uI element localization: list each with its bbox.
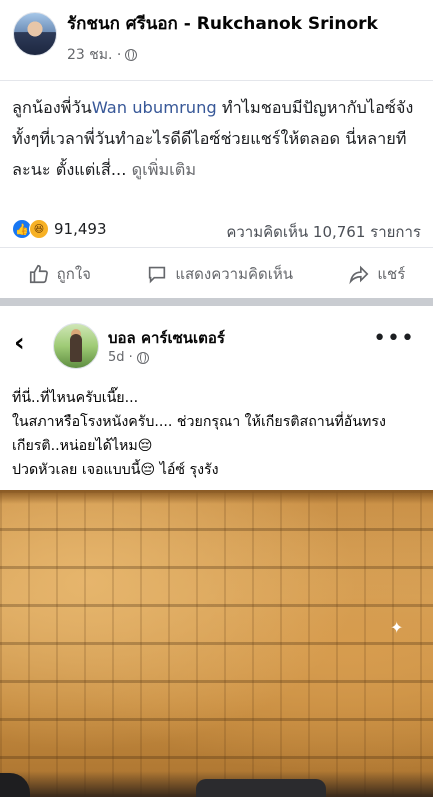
haha-reaction-icon: 😆 [29,219,49,239]
globe-icon [136,351,149,364]
divider [0,80,433,81]
author-name[interactable]: รักชนก ศรีนอก - Rukchanok Srinork [67,10,378,37]
shared-author-name[interactable]: บอล คาร์เซนเตอร์ [108,326,225,350]
comment-count[interactable]: ความคิดเห็น 10,761 รายการ [226,220,421,244]
shared-post-time[interactable]: 5d · [108,350,133,365]
reaction-count: 91,493 [54,220,107,238]
comment-icon [149,266,166,284]
post-time[interactable]: 23 ชม. · [67,44,121,66]
shared-photo[interactable]: ✦ [0,490,433,797]
share-label: แชร์ [377,265,406,283]
see-more-link[interactable]: ดูเพิ่มเติม [132,160,196,179]
mention-link[interactable]: Wan ubumrung [92,98,217,117]
shared-post-meta: 5d · [108,350,149,365]
author-avatar[interactable] [13,12,57,56]
comment-button[interactable]: แสดงความคิดเห็น [146,262,293,286]
post-text-part1: ลูกน้องพี่วัน [12,98,92,117]
comment-label: แสดงความคิดเห็น [175,265,294,283]
back-arrow-icon[interactable]: ‹ [14,330,25,356]
share-button[interactable]: แชร์ [348,262,405,286]
like-icon [29,264,48,284]
post-meta: 23 ชม. · [67,44,138,66]
shared-line: ปวดหัวเลย เจอแบบนี้😔 ไอ์ซ์ รุงรัง [12,462,219,478]
post-text: ลูกน้องพี่วันWan ubumrung ทำไมชอบมีปัญหา… [12,92,424,185]
globe-icon [125,49,138,61]
shared-post-text: ที่นี่..ที่ไหนครับเนี๊ย... ในสภาหรือโรงห… [12,386,427,482]
shared-line: ในสภาหรือโรงหนังครับ.... ช่วยกรุณา ให้เก… [12,414,386,454]
like-button[interactable]: ถูกใจ [28,262,91,286]
like-label: ถูกใจ [56,265,91,283]
section-gap [0,298,433,306]
divider [0,247,433,248]
shared-line: ที่นี่..ที่ไหนครับเนี๊ย... [12,390,139,406]
shared-author-avatar[interactable] [53,323,99,369]
more-icon[interactable]: ••• [373,328,415,350]
action-bar: ถูกใจ แสดงความคิดเห็น แชร์ [0,254,433,294]
share-icon [349,265,369,285]
reaction-summary[interactable]: 👍 😆 91,493 [12,219,107,239]
